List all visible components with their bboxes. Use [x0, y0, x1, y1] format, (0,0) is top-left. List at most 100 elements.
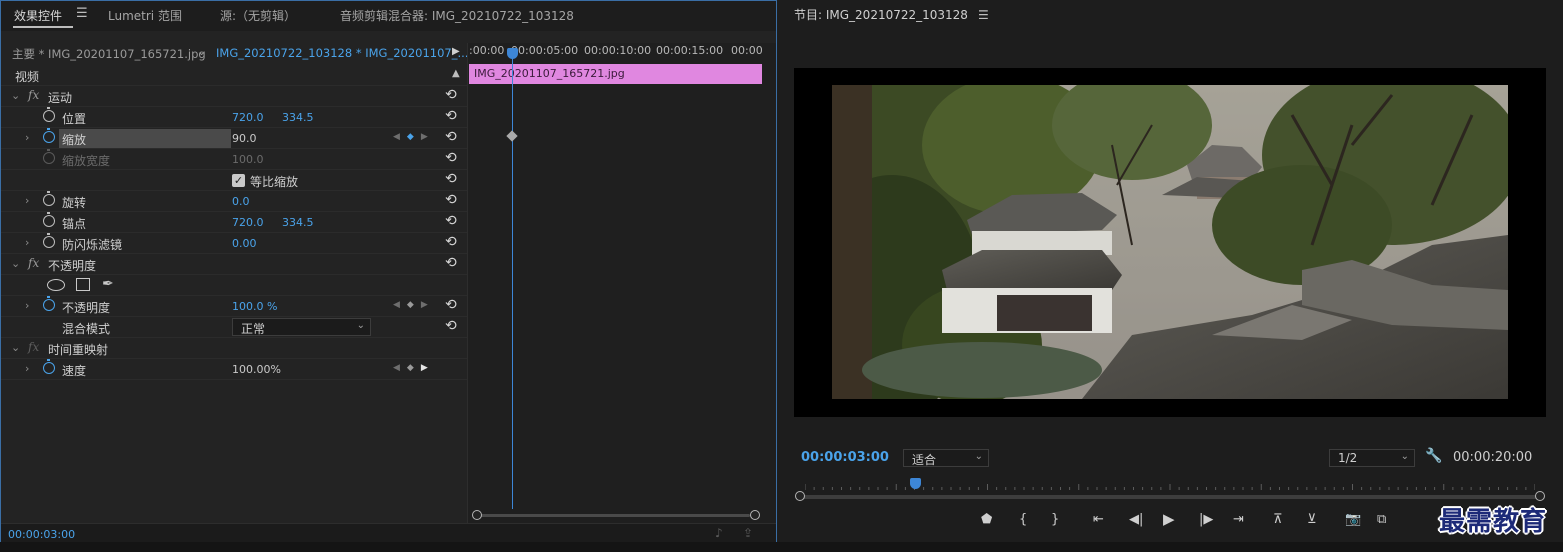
speed-value[interactable]: 100.00% — [232, 363, 281, 376]
mark-in-icon[interactable]: { — [1019, 512, 1027, 527]
fx-icon[interactable]: fx — [28, 88, 39, 102]
tab-audio-clip-mixer[interactable]: 音频剪辑混合器: IMG_20210722_103128 — [340, 7, 574, 24]
tab-effect-controls[interactable]: 效果控件 — [14, 7, 62, 24]
reset-icon[interactable]: ⟲ — [445, 192, 457, 208]
stopwatch-icon[interactable] — [43, 128, 55, 143]
footer-timecode[interactable]: 00:00:03:00 — [8, 528, 75, 541]
anchor-x-value[interactable]: 720.0 — [232, 216, 264, 229]
step-forward-icon[interactable]: |▶ — [1199, 512, 1213, 527]
sequence-clip-label[interactable]: IMG_20210722_103128 * IMG_20201107_... — [216, 46, 468, 60]
playback-resolution-select[interactable]: 1/2 ⌄ — [1329, 449, 1415, 467]
pen-mask-icon[interactable]: ✒ — [102, 276, 114, 292]
position-y-value[interactable]: 334.5 — [282, 111, 314, 124]
next-keyframe-icon[interactable]: ▶ — [421, 300, 435, 310]
add-keyframe-icon[interactable]: ◆ — [407, 363, 421, 373]
extract-icon[interactable]: ⊻ — [1307, 512, 1317, 527]
expand-chevron-icon[interactable]: › — [25, 236, 29, 249]
uniform-scale-checkbox[interactable]: ✓ — [232, 174, 245, 187]
add-keyframe-icon[interactable]: ◆ — [407, 300, 421, 310]
rotation-value[interactable]: 0.0 — [232, 195, 250, 208]
add-keyframe-icon[interactable]: ◆ — [407, 132, 421, 142]
lift-icon[interactable]: ⊼ — [1273, 512, 1283, 527]
collapse-up-icon[interactable]: ▲ — [452, 68, 460, 79]
reset-icon[interactable]: ⟲ — [445, 87, 457, 103]
chevron-down-icon: ⌄ — [974, 451, 983, 462]
expand-chevron-icon[interactable]: › — [25, 299, 29, 312]
reset-icon[interactable]: ⟲ — [445, 129, 457, 145]
stopwatch-icon[interactable] — [43, 359, 55, 374]
audio-only-icon[interactable]: ♪ — [715, 526, 723, 540]
reset-icon[interactable]: ⟲ — [445, 297, 457, 313]
zoom-scrollbar-track[interactable] — [801, 495, 1541, 499]
step-back-icon[interactable]: ◀| — [1129, 512, 1143, 527]
panel-menu-icon[interactable]: ☰ — [978, 8, 989, 22]
play-icon[interactable]: ▶ — [1163, 510, 1175, 528]
keyframe-marker[interactable] — [506, 130, 518, 142]
stopwatch-icon[interactable] — [43, 233, 55, 248]
scale-value[interactable]: 90.0 — [232, 132, 257, 145]
scrollbar-start-handle[interactable] — [472, 510, 482, 520]
expand-chevron-icon[interactable]: › — [25, 194, 29, 207]
tab-source[interactable]: 源:（无剪辑） — [220, 7, 296, 24]
mark-out-icon[interactable]: } — [1051, 512, 1059, 527]
stopwatch-icon[interactable] — [43, 107, 55, 122]
reset-icon[interactable]: ⟲ — [445, 150, 457, 166]
expand-chevron-icon[interactable]: ⌄ — [11, 341, 20, 354]
play-only-clip-icon[interactable]: ▶ — [452, 46, 460, 57]
panel-menu-icon[interactable]: ☰ — [76, 6, 88, 21]
add-marker-icon[interactable]: ⬟ — [981, 512, 992, 527]
reset-icon[interactable]: ⟲ — [445, 213, 457, 229]
previous-keyframe-icon[interactable]: ◀ — [393, 300, 407, 310]
stopwatch-icon[interactable] — [43, 212, 55, 227]
next-keyframe-icon[interactable]: ▶ — [421, 363, 435, 373]
scrollbar-end-handle[interactable] — [750, 510, 760, 520]
stopwatch-icon[interactable] — [43, 296, 55, 311]
video-canvas[interactable] — [794, 68, 1546, 417]
chevron-down-icon[interactable]: ⌄ — [197, 45, 206, 58]
master-clip-label[interactable]: 主要 * IMG_20201107_165721.jpg — [12, 46, 206, 62]
stopwatch-icon[interactable] — [43, 191, 55, 206]
blend-mode-select[interactable]: 正常 ⌄ — [232, 318, 371, 336]
playhead-handle[interactable] — [909, 478, 921, 489]
position-x-value[interactable]: 720.0 — [232, 111, 264, 124]
wrench-settings-icon[interactable]: 🔧 — [1425, 448, 1442, 464]
reset-icon[interactable]: ⟲ — [445, 318, 457, 334]
scrollbar-track[interactable] — [478, 514, 750, 517]
go-to-out-icon[interactable]: ⇥ — [1233, 512, 1244, 527]
timeline-zoom-scrollbar[interactable] — [472, 509, 760, 521]
export-icon[interactable]: ⇪ — [743, 526, 753, 540]
scrollbar-start-handle[interactable] — [795, 491, 805, 501]
bottom-strip — [0, 542, 1563, 552]
effect-time-remapping[interactable]: ⌄ fx 时间重映射 — [1, 338, 467, 359]
tab-lumetri-scopes[interactable]: Lumetri 范围 — [108, 7, 182, 24]
reset-icon[interactable]: ⟲ — [445, 108, 457, 124]
effect-timeline[interactable]: :00:00 00:00:05:00 00:00:10:00 00:00:15:… — [467, 43, 776, 523]
expand-chevron-icon[interactable]: › — [25, 131, 29, 144]
anti-flicker-value[interactable]: 0.00 — [232, 237, 257, 250]
reset-icon[interactable]: ⟲ — [445, 171, 457, 187]
effect-motion[interactable]: ⌄ fx 运动 ⟲ — [1, 86, 467, 107]
fx-icon[interactable]: fx — [28, 256, 39, 270]
previous-keyframe-icon[interactable]: ◀ — [393, 363, 407, 373]
ellipse-mask-icon[interactable] — [47, 279, 65, 291]
comparison-view-icon[interactable]: ⧉ — [1377, 512, 1386, 527]
expand-chevron-icon[interactable]: › — [25, 362, 29, 375]
effect-opacity[interactable]: ⌄ fx 不透明度 ⟲ — [1, 254, 467, 275]
rectangle-mask-icon[interactable] — [76, 278, 90, 291]
fit-zoom-select[interactable]: 适合 ⌄ — [903, 449, 989, 467]
scrollbar-end-handle[interactable] — [1535, 491, 1545, 501]
opacity-value[interactable]: 100.0 % — [232, 300, 277, 313]
reset-icon[interactable]: ⟲ — [445, 255, 457, 271]
playhead-handle[interactable] — [507, 48, 518, 59]
program-time-ruler[interactable] — [795, 476, 1547, 506]
next-keyframe-icon[interactable]: ▶ — [421, 132, 435, 142]
previous-keyframe-icon[interactable]: ◀ — [393, 132, 407, 142]
anchor-y-value[interactable]: 334.5 — [282, 216, 314, 229]
current-timecode[interactable]: 00:00:03:00 — [801, 450, 889, 465]
expand-chevron-icon[interactable]: ⌄ — [11, 89, 20, 102]
expand-chevron-icon[interactable]: ⌄ — [11, 257, 20, 270]
reset-icon[interactable]: ⟲ — [445, 234, 457, 250]
camera-icon[interactable]: 📷 — [1345, 512, 1361, 527]
property-opacity: › 不透明度 100.0 % ◀◆▶ ⟲ — [1, 296, 467, 317]
go-to-in-icon[interactable]: ⇤ — [1093, 512, 1104, 527]
